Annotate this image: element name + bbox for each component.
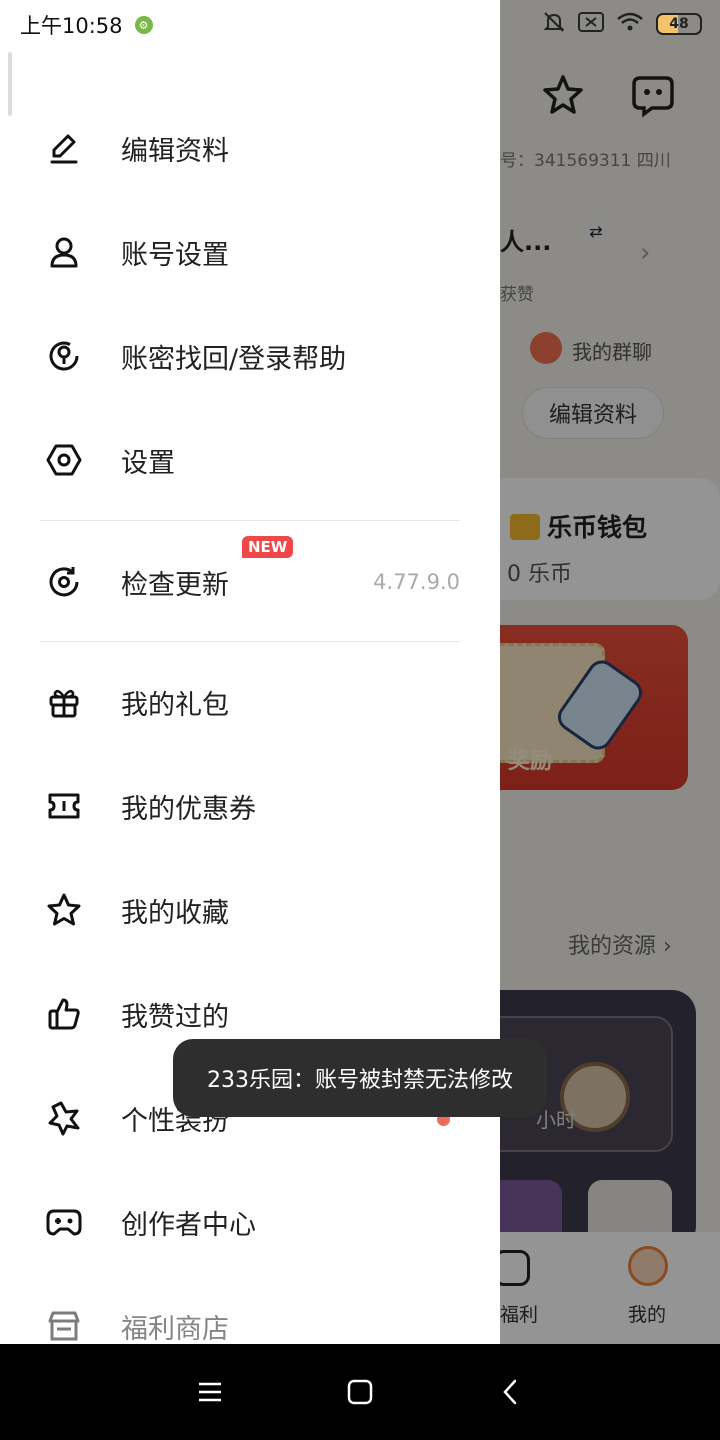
menu-label: 我的优惠券: [121, 793, 256, 825]
star-icon: [44, 890, 84, 930]
hexagon-settings-icon: [44, 440, 84, 480]
menu-label: 福利商店: [121, 1313, 229, 1345]
side-drawer: 编辑资料 账号设置 账密找回/登录帮助 设置 检查更新 4.77.9.0 NEW…: [0, 0, 500, 1344]
divider: [40, 641, 460, 642]
battery-icon: 48: [656, 13, 702, 35]
menu-label: 我的礼包: [121, 689, 229, 721]
menu-label: 检查更新: [121, 569, 229, 601]
menu-item-my-gifts[interactable]: 我的礼包: [0, 662, 500, 742]
menu-label: 创作者中心: [121, 1209, 256, 1241]
menu-label: 设置: [121, 447, 175, 479]
status-bar-left: 上午10:58 ⚙: [20, 10, 153, 40]
toast-message: 233乐园：账号被封禁无法修改: [173, 1039, 547, 1117]
gamepad-icon: [44, 1202, 84, 1242]
menu-label: 编辑资料: [121, 135, 229, 167]
status-time: 上午10:58: [20, 14, 123, 38]
menu-item-settings[interactable]: 设置: [0, 420, 500, 500]
status-bar-right: 48: [542, 10, 702, 38]
menu-item-my-coupons[interactable]: 我的优惠券: [0, 766, 500, 846]
home-nav-button[interactable]: [312, 1344, 408, 1440]
mute-bell-icon: [542, 10, 566, 38]
new-badge: NEW: [242, 536, 294, 558]
system-nav-bar: [0, 1344, 720, 1440]
menu-label: 我的收藏: [121, 897, 229, 929]
version-label: 4.77.9.0: [373, 570, 460, 594]
key-refresh-icon: [44, 336, 84, 376]
menu-label: 账密找回/登录帮助: [121, 343, 347, 375]
pencil-icon: [44, 128, 84, 168]
app-notification-icon: ⚙: [134, 16, 153, 34]
menu-label: 账号设置: [121, 239, 229, 271]
sim-off-icon: [578, 11, 604, 37]
refresh-icon: [44, 562, 84, 602]
menu-item-my-favorites[interactable]: 我的收藏: [0, 870, 500, 950]
gift-icon: [44, 682, 84, 722]
store-icon: [44, 1306, 84, 1344]
menu-item-account-settings[interactable]: 账号设置: [0, 212, 500, 292]
divider: [40, 520, 460, 521]
menu-item-welfare-store[interactable]: 福利商店: [0, 1286, 500, 1344]
decoration-star-icon: [44, 1098, 84, 1138]
ticket-icon: [44, 786, 84, 826]
menu-item-creator-center[interactable]: 创作者中心: [0, 1182, 500, 1262]
menu-item-account-recovery[interactable]: 账密找回/登录帮助: [0, 316, 500, 396]
scroll-indicator: [8, 52, 12, 116]
wifi-icon: [616, 11, 644, 37]
thumbs-up-icon: [44, 994, 84, 1034]
menu-label: 我赞过的: [121, 1001, 229, 1033]
menu-nav-button[interactable]: [162, 1344, 258, 1440]
menu-item-edit-profile[interactable]: 编辑资料: [0, 108, 500, 188]
user-icon: [44, 232, 84, 272]
back-nav-button[interactable]: [462, 1344, 558, 1440]
